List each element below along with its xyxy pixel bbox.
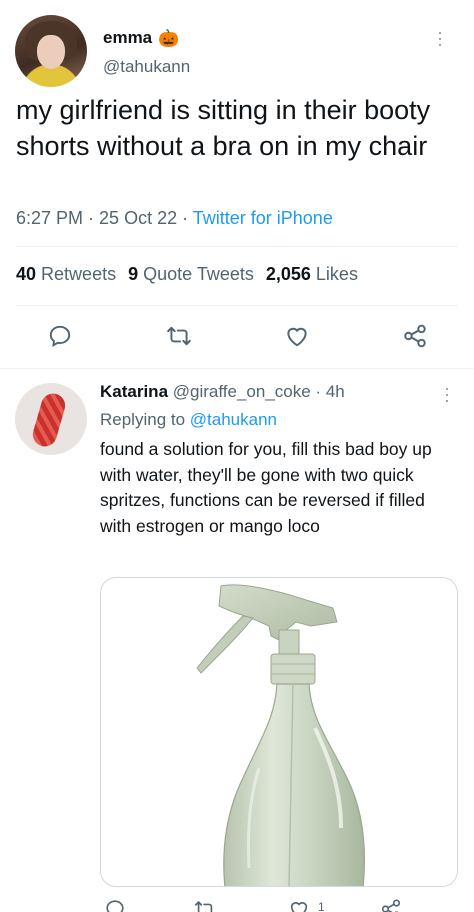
replying-to: Replying to @tahukann [100, 410, 277, 430]
reply-display-name[interactable]: Katarina [100, 382, 168, 401]
likes-label: Likes [315, 264, 358, 284]
author-handle[interactable]: @tahukann [103, 57, 190, 77]
avatar-shirt [27, 71, 75, 87]
likes-count: 2,056 [265, 264, 311, 284]
reply-actions: 1 [0, 898, 474, 912]
meta-separator: · [177, 208, 193, 228]
tweet-actions [0, 322, 474, 354]
retweet-icon[interactable] [165, 322, 193, 350]
likes-stat[interactable]: 2,056 Likes [266, 264, 358, 284]
tweet-source-link[interactable]: Twitter for iPhone [193, 208, 333, 228]
tweet-date[interactable]: 25 Oct 22 [99, 208, 177, 228]
reply-avatar[interactable] [15, 383, 87, 455]
meta-separator: · [83, 208, 100, 228]
tweet-time[interactable]: 6:27 PM [16, 208, 83, 228]
avatar-image [30, 390, 68, 450]
replying-to-handle[interactable]: @tahukann [190, 410, 277, 429]
share-icon[interactable] [401, 322, 429, 350]
replying-to-prefix: Replying to [100, 410, 190, 429]
reply-like-icon[interactable] [288, 898, 310, 912]
reply-reply-icon[interactable] [104, 898, 126, 912]
reply-like-count: 1 [318, 900, 325, 912]
spray-bottle-illustration [196, 584, 366, 886]
reply-share-icon[interactable] [380, 898, 402, 912]
reply-header: Katarina @giraffe_on_coke · 4h [100, 382, 345, 402]
reply-more-options-icon[interactable]: · · · [437, 379, 457, 409]
tweet-metadata: 6:27 PM · 25 Oct 22 · Twitter for iPhone [16, 208, 333, 229]
divider [16, 246, 458, 247]
tweet-stats: 40 Retweets 9 Quote Tweets 2,056 Likes [16, 264, 358, 285]
author-name-row[interactable]: emma 🎃 [103, 28, 179, 48]
quotes-label: Quote Tweets [143, 264, 254, 284]
reply-text: found a solution for you, fill this bad … [100, 439, 432, 536]
retweets-label: Retweets [41, 264, 117, 284]
spray-bottle-image[interactable] [100, 577, 458, 887]
reply-time-separator: · [310, 382, 326, 401]
retweets-count: 40 [16, 264, 37, 284]
like-icon[interactable] [283, 322, 311, 350]
divider [16, 305, 458, 306]
quotes-stat[interactable]: 9 Quote Tweets [128, 264, 254, 284]
more-options-icon[interactable]: · · · [430, 23, 450, 53]
pumpkin-icon: 🎃 [158, 28, 180, 48]
retweets-stat[interactable]: 40 Retweets [16, 264, 116, 284]
reply-retweet-icon[interactable] [194, 898, 216, 912]
reply-icon[interactable] [46, 322, 74, 350]
reply-handle[interactable]: @giraffe_on_coke [173, 382, 311, 401]
tweet-text: my girlfriend is sitting in their booty … [16, 95, 431, 161]
author-display-name[interactable]: emma [103, 28, 152, 48]
section-divider [0, 368, 474, 369]
avatar-face [37, 35, 65, 69]
quotes-count: 9 [128, 264, 139, 284]
avatar[interactable] [15, 15, 87, 87]
reply-time[interactable]: 4h [326, 382, 345, 401]
